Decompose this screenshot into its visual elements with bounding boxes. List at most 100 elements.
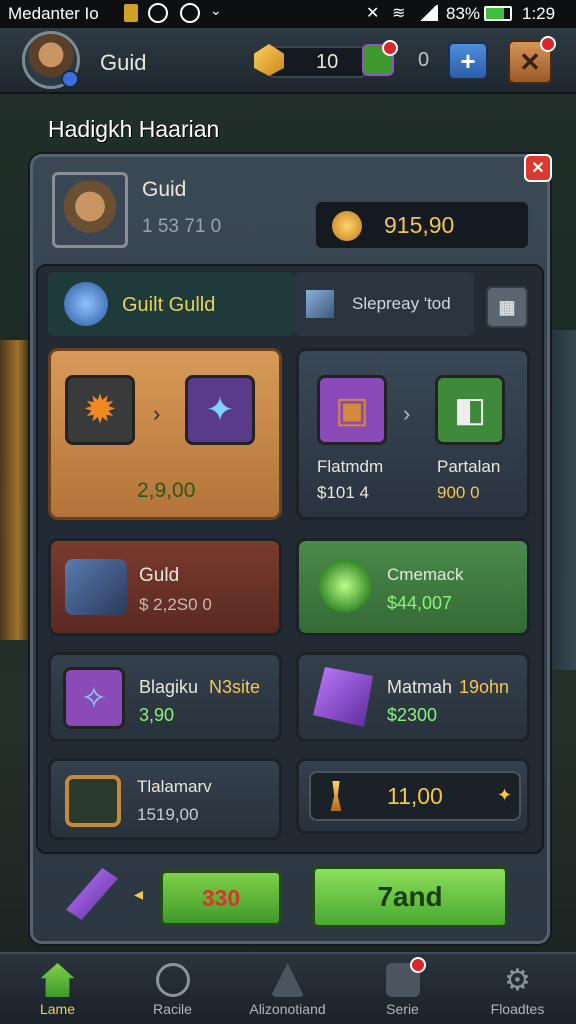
gold-coin-icon: [332, 211, 362, 241]
mute-icon: ✕: [366, 5, 380, 22]
gold-display: 915,90: [314, 200, 530, 250]
arrow-left-icon[interactable]: ◂: [134, 884, 143, 905]
nav-serie-label: Serie: [386, 1001, 419, 1017]
card-tlalamarv-price: 1519,00: [137, 805, 199, 824]
card-upgrade-price: 2,9,00: [137, 479, 196, 502]
carrier-label: Medanter Io: [8, 4, 99, 23]
box-icon: ◧: [435, 375, 505, 445]
player-name: Hadigkh Haarian: [48, 116, 220, 142]
resource-gold-value: 10: [316, 51, 339, 73]
nav-alizon[interactable]: Alizonotiand: [230, 954, 345, 1024]
tab-other-label: Slepreay 'tod: [352, 294, 451, 313]
guild-label: Guid: [100, 50, 147, 75]
close-button[interactable]: ✕: [524, 154, 552, 182]
gold-amount: 915,90: [384, 212, 455, 238]
guild-avatar: [52, 172, 128, 248]
panel-subtitle: 1 53 71 0: [142, 216, 222, 237]
card-cmemack-price: $44,007: [387, 593, 453, 613]
battery-icon: [484, 6, 512, 21]
notification-dot: [540, 36, 556, 52]
gear-icon: ✹: [65, 375, 135, 445]
nav-home[interactable]: Lame: [0, 954, 115, 1024]
card-blagiku-name: Blagiku: [139, 677, 199, 697]
crossed-swords-icon: ✕: [519, 46, 541, 77]
clock-time: 1:29: [522, 4, 556, 23]
card-guld[interactable]: Guld $ 2,2S0 0: [48, 538, 282, 636]
signal-icon: [418, 5, 438, 21]
panel-title: Guid: [142, 178, 187, 201]
bottom-nav: Lame Racile Alizonotiand Serie ⚙ Floadte…: [0, 952, 576, 1024]
purple-gem-icon: [313, 667, 373, 727]
gold-slider-value: 11,00: [387, 783, 443, 809]
nav-serie[interactable]: Serie: [345, 954, 460, 1024]
home-icon: [40, 963, 75, 997]
gem-icon: [61, 70, 79, 88]
card-matmah[interactable]: Matmah 19ohn $2300: [296, 652, 530, 742]
gear-icon: ⚙: [504, 963, 531, 997]
nav-settings[interactable]: ⚙ Floadtes: [460, 954, 575, 1024]
card-flatmdm[interactable]: ▣ › ◧ Flatmdm $101 4 Partalan 900 0: [296, 348, 530, 520]
notification-dot: [409, 957, 426, 973]
castle-icon: [270, 963, 305, 997]
status-bar: Medanter Io ⌄ ✕ ≋ 83% 1:29: [0, 0, 576, 28]
card-flatmdm-name: Flatmdm: [317, 457, 384, 476]
card-blagiku[interactable]: ✧ Blagiku N3site 3,90: [48, 652, 282, 742]
wifi-icon: ≋: [392, 5, 406, 22]
chevron-down-icon: ⌄: [210, 2, 222, 18]
cube-icon: [306, 290, 334, 318]
card-tlalamarv-name: Tlalamarv: [137, 777, 212, 796]
arrow-right-icon: ›: [153, 401, 161, 426]
battery-label: 83%: [446, 4, 481, 23]
shop-icon: [385, 957, 426, 997]
card-guld-name: Guld: [139, 565, 180, 586]
stone-pillar: [550, 330, 576, 670]
emerald-icon: [313, 557, 377, 615]
card-tlalamarv[interactable]: Tlalamarv 1519,00: [48, 758, 282, 840]
player-avatar[interactable]: [22, 31, 80, 89]
battle-swords-button[interactable]: ✕: [508, 36, 556, 84]
resource-gem-value: 0: [418, 49, 430, 71]
card-partalan-name: Partalan: [437, 457, 501, 476]
nav-racile[interactable]: Racile: [115, 954, 230, 1024]
add-resource-button[interactable]: +: [448, 42, 488, 80]
sync-icon: [148, 3, 168, 23]
crystal-icon: [64, 282, 108, 326]
magic-wand-icon: ✦: [185, 375, 255, 445]
card-matmah-price: $2300: [387, 705, 438, 725]
gold-slider[interactable]: 11,00 ✦: [309, 771, 521, 821]
settings-grid-button[interactable]: ▦: [486, 286, 528, 328]
nav-home-label: Lame: [39, 1001, 76, 1017]
cannon-icon: [65, 559, 127, 615]
nav-settings-label: Floadtes: [490, 1001, 545, 1017]
notification-dot: [382, 40, 398, 56]
ring-icon: [65, 775, 121, 827]
tab-guild-label: Guilt Gulld: [122, 294, 216, 316]
tab-guild-active[interactable]: Guilt Gulld: [48, 272, 294, 336]
card-cmemack-name: Cmemack: [387, 565, 464, 584]
clock-icon: [180, 3, 200, 23]
sparkle-icon: ✦: [497, 785, 513, 805]
card-cmemack[interactable]: Cmemack $44,007: [296, 538, 530, 636]
card-flatmdm-price: $101 4: [317, 483, 369, 502]
card-blagiku-tag: N3site: [209, 677, 261, 697]
card-partalan-price: 900 0: [437, 483, 480, 502]
card-matmah-tag: 19ohn: [459, 677, 510, 697]
card-matmah-name: Matmah: [387, 677, 453, 697]
gold-slider-card[interactable]: 11,00 ✦: [296, 758, 530, 834]
app-icon: [124, 4, 138, 22]
nav-alizon-label: Alizonotiand: [249, 1001, 326, 1017]
torch-icon: [330, 781, 342, 811]
nav-racile-label: Racile: [153, 1001, 192, 1017]
torch-light: [0, 340, 30, 640]
spellbook-icon: ▣: [317, 375, 387, 445]
small-buy-button[interactable]: 330: [160, 870, 282, 926]
card-blagiku-price: 3,90: [139, 705, 175, 725]
card-guld-price: $ 2,2S0 0: [139, 595, 212, 614]
green-crate-icon[interactable]: [362, 40, 398, 76]
big-buy-button[interactable]: 7and: [312, 866, 508, 928]
tab-other[interactable]: Slepreay 'tod: [294, 272, 474, 336]
arrow-right-icon: ›: [403, 401, 411, 426]
card-upgrade[interactable]: ✹ › ✦ 2,9,00: [48, 348, 282, 520]
check-badge-icon: [155, 963, 190, 997]
staff-icon: ✧: [63, 667, 125, 729]
